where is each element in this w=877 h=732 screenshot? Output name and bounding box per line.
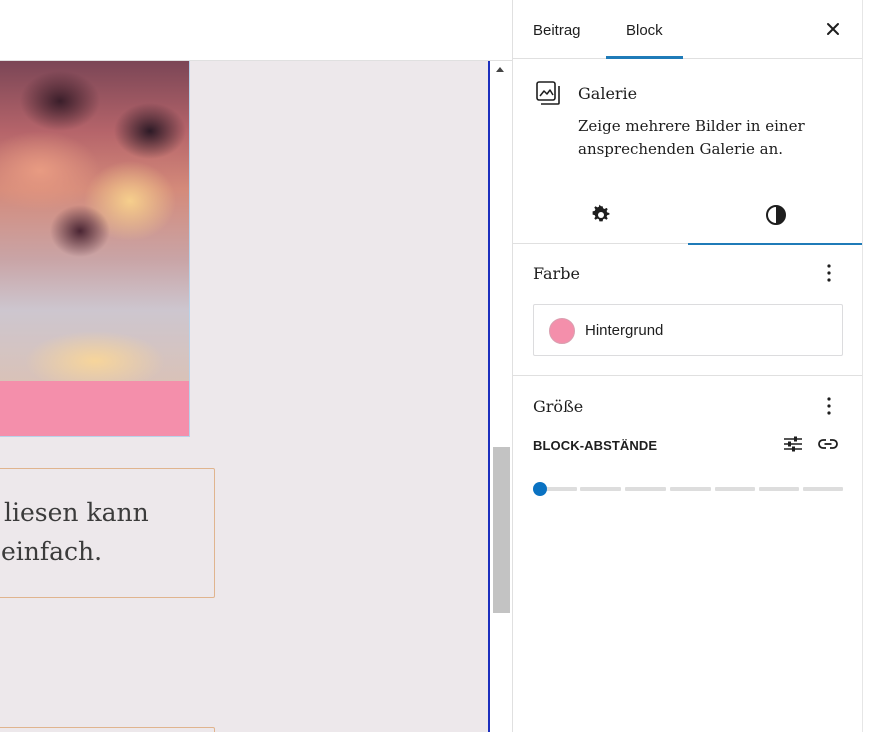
size-panel-title: Größe [533,397,584,416]
sidebar-tabs: Beitrag Block [513,0,863,59]
close-icon [827,23,839,35]
gallery-image-sky[interactable] [0,61,189,381]
paragraph-line-2[interactable]: einfach. [1,537,102,566]
slider-step[interactable] [580,487,621,491]
slider-thumb[interactable] [533,482,547,496]
gallery-block[interactable] [0,61,190,437]
block-inspector-sidebar: Beitrag Block Galerie Zeige mehrere Bild… [512,0,863,732]
gallery-background-area [0,381,189,436]
next-block[interactable] [0,727,215,732]
tab-beitrag[interactable]: Beitrag [513,0,601,59]
more-vertical-icon [827,397,831,415]
size-panel: Größe BLOCK-ABSTÄNDE [513,377,863,527]
window-edge [862,0,877,732]
color-options-button[interactable] [817,261,841,285]
slider-step[interactable] [803,487,843,491]
color-panel: Farbe Hintergrund [513,244,863,376]
background-color-button[interactable]: Hintergrund [533,304,843,356]
scroll-up-arrow-icon[interactable] [496,67,504,72]
size-options-button[interactable] [817,394,841,418]
block-spacing-slider[interactable] [533,481,843,497]
gear-icon [592,204,609,222]
slider-step[interactable] [759,487,799,491]
block-card: Galerie Zeige mehrere Bilder in einer an… [513,60,863,180]
tab-settings[interactable] [513,186,688,244]
tab-block[interactable]: Block [606,0,683,59]
block-description: Zeige mehrere Bilder in einer ansprechen… [578,117,805,158]
background-color-label: Hintergrund [585,322,664,339]
sliders-icon [784,436,802,452]
color-swatch [549,318,575,344]
slider-step[interactable] [670,487,711,491]
color-panel-title: Farbe [533,264,580,283]
canvas-scrollbar[interactable] [488,61,512,732]
link-sides-button[interactable] [816,432,840,456]
inspector-tabs [513,186,863,245]
block-title: Galerie [578,84,638,103]
slider-step[interactable] [715,487,755,491]
more-vertical-icon [827,264,831,282]
close-sidebar-button[interactable] [821,17,845,41]
link-icon [818,439,838,449]
block-spacing-label: BLOCK-ABSTÄNDE [533,438,658,453]
paragraph-line-1[interactable]: liesen kann [4,498,149,527]
slider-step[interactable] [625,487,666,491]
half-circle-icon [765,205,786,225]
editor-canvas[interactable]: liesen kann einfach. [0,61,488,732]
tab-styles[interactable] [688,186,863,245]
scroll-thumb[interactable] [493,447,510,613]
custom-values-button[interactable] [781,432,805,456]
editor-top-bar [0,0,512,61]
gallery-icon [535,80,561,106]
paragraph-block[interactable]: liesen kann einfach. [0,468,215,598]
